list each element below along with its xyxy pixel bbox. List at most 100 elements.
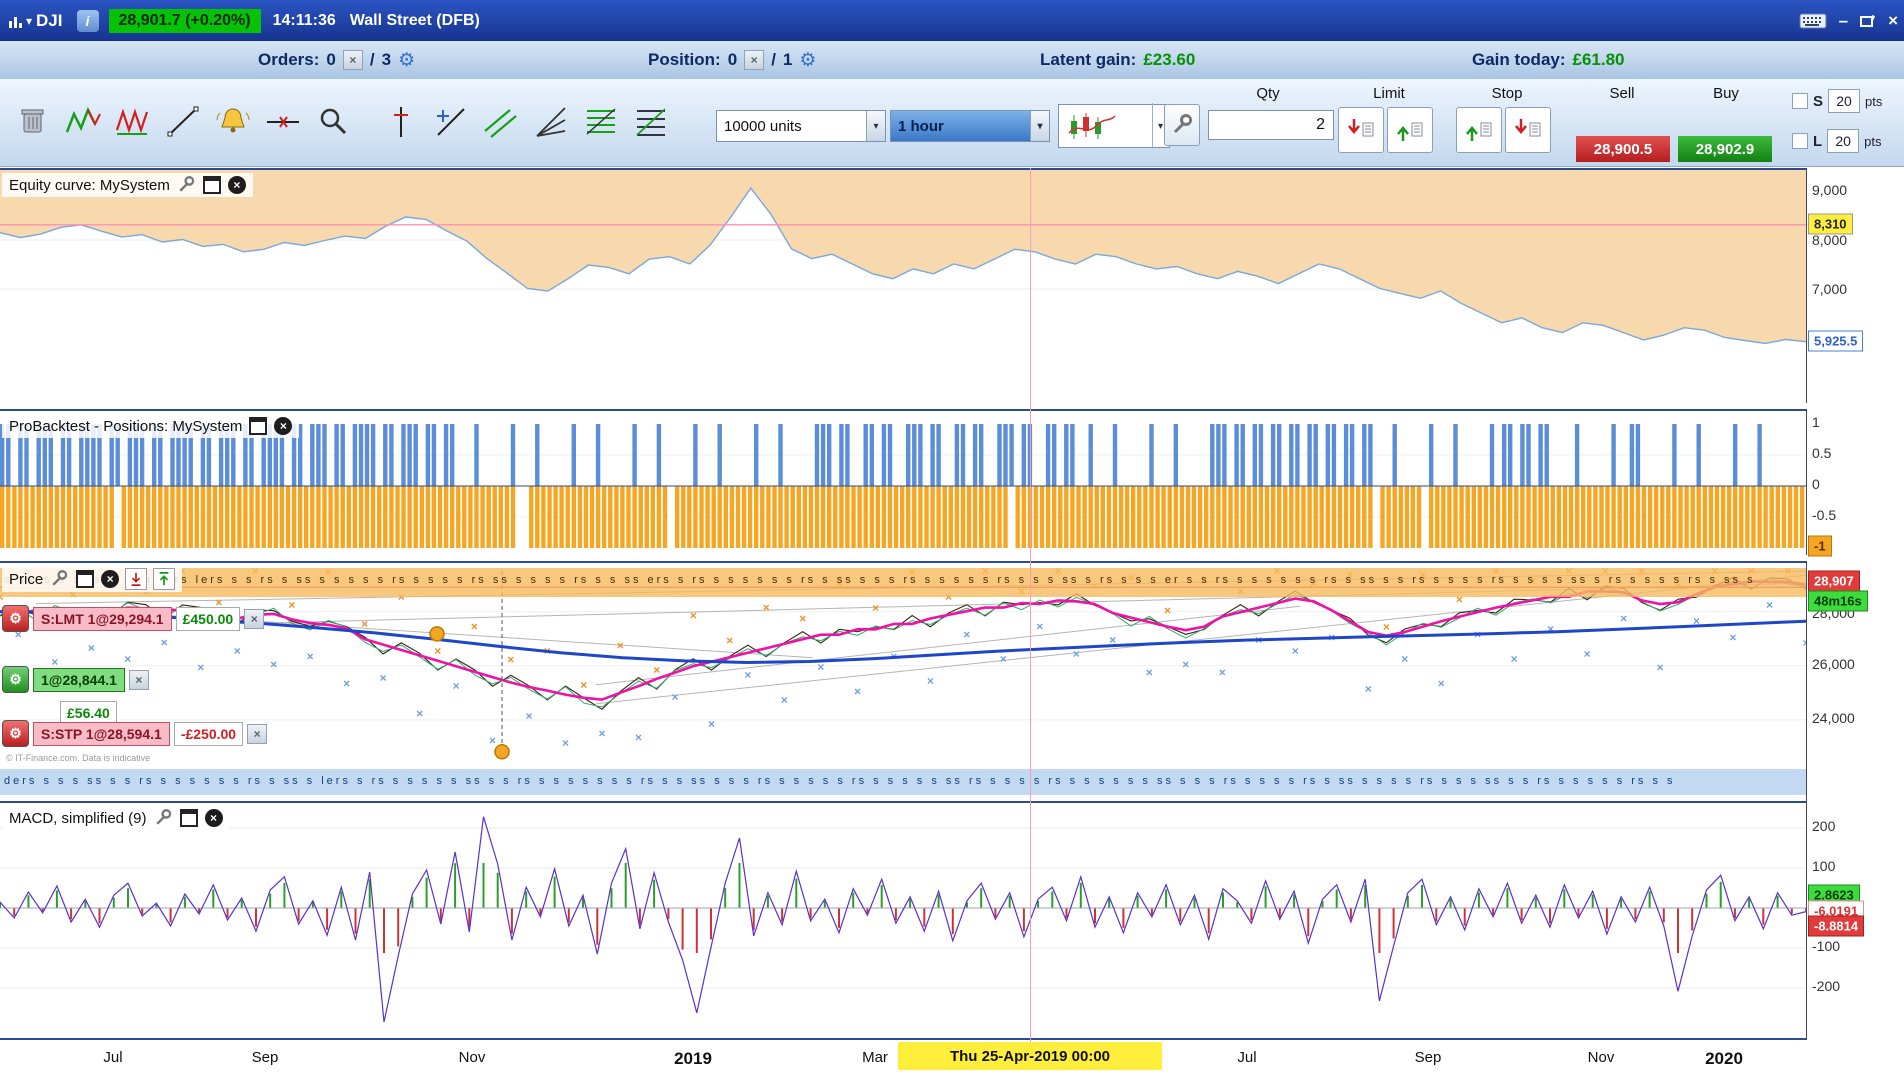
- limit-buy-button[interactable]: [1387, 107, 1433, 153]
- position-label[interactable]: 1@28,844.1: [33, 667, 125, 692]
- timeframe-select[interactable]: 1 hour ▾: [890, 110, 1050, 142]
- wrench-icon[interactable]: [176, 175, 196, 195]
- fib-levels-icon[interactable]: [630, 101, 672, 143]
- svg-text:×: ×: [1766, 598, 1773, 612]
- order-settings-button[interactable]: [1164, 104, 1200, 146]
- units-dropdown-icon[interactable]: ▾: [866, 111, 885, 141]
- svg-text:×: ×: [307, 649, 314, 663]
- wrench-icon[interactable]: [49, 569, 69, 589]
- chart-type-dropdown-icon[interactable]: ▾: [1158, 121, 1163, 132]
- orders-gear-icon[interactable]: ⚙: [398, 49, 415, 72]
- stop-order-label[interactable]: S:STP 1@28,594.1: [33, 721, 170, 746]
- cancel-order-icon[interactable]: ×: [244, 608, 265, 629]
- time-label: Sep: [251, 1049, 279, 1066]
- zigzag-indicator-icon[interactable]: [62, 101, 104, 143]
- svg-text:×: ×: [854, 685, 861, 699]
- svg-text:×: ×: [1547, 622, 1554, 636]
- svg-text:×: ×: [1620, 611, 1627, 625]
- position-row: ⚙ 1@28,844.1 ×: [2, 666, 149, 693]
- limit-pts-input[interactable]: 20: [1827, 129, 1860, 153]
- symbol-dropdown-icon[interactable]: ▾: [26, 14, 32, 28]
- svg-text:×: ×: [416, 706, 423, 720]
- limit-sell-button[interactable]: [1338, 107, 1384, 153]
- order-gear-icon[interactable]: ⚙: [2, 605, 29, 632]
- close-icon[interactable]: ×: [227, 176, 246, 194]
- download-orders-icon[interactable]: [125, 568, 148, 590]
- symbol-label: DJI: [36, 10, 63, 30]
- position-gear-icon[interactable]: ⚙: [799, 49, 816, 72]
- svg-text:×: ×: [1511, 652, 1518, 666]
- cancel-orders-icon[interactable]: ×: [342, 50, 363, 70]
- price-header: Price ×: [2, 566, 183, 592]
- price-panel[interactable]: × × × × × × × × × × × × × × × × × × × × × × × × × × × × × × × × × × × × × × × ×…: [0, 561, 1807, 801]
- restore-icon[interactable]: [1860, 14, 1876, 28]
- limit-pts-label: pts: [1864, 133, 1882, 149]
- macd-chart[interactable]: [0, 803, 1806, 1040]
- timeframe-dropdown-icon[interactable]: ▾: [1030, 111, 1049, 141]
- crosshair-line: [1030, 168, 1031, 1042]
- clock-label: 14:11:36: [272, 11, 336, 29]
- price-chart[interactable]: × × × × × × × × × × × × × × × × × × × × × × × × × × × × × × × × × × × × × × × ×…: [0, 563, 1806, 801]
- info-icon[interactable]: i: [76, 9, 99, 32]
- equity-chart[interactable]: [0, 170, 1806, 403]
- vertical-line-icon[interactable]: [380, 101, 422, 143]
- minimize-icon[interactable]: –: [1839, 11, 1848, 31]
- svg-text:×: ×: [1292, 644, 1299, 658]
- fib-retracement-icon[interactable]: [580, 101, 622, 143]
- sell-button[interactable]: 28,900.5: [1576, 136, 1670, 162]
- limit-checkbox[interactable]: [1792, 133, 1808, 149]
- svg-text:×: ×: [1000, 652, 1007, 666]
- horizontal-line-icon[interactable]: [262, 101, 304, 143]
- crossline-icon[interactable]: [430, 101, 472, 143]
- stop-pts-input[interactable]: 20: [1828, 89, 1861, 113]
- positions-axis-label: -0.5: [1812, 507, 1837, 523]
- gain-today-value: £61.80: [1572, 50, 1625, 69]
- close-position-icon[interactable]: ×: [744, 50, 765, 70]
- angles-icon[interactable]: [530, 101, 572, 143]
- stop-checkbox[interactable]: [1792, 93, 1808, 109]
- orders-count: 0: [326, 50, 336, 69]
- equity-panel[interactable]: Equity curve: MySystem ×: [0, 168, 1807, 403]
- channel-icon[interactable]: [480, 101, 522, 143]
- buy-button[interactable]: 28,902.9: [1678, 136, 1772, 162]
- wrench-icon[interactable]: [153, 808, 173, 828]
- units-select[interactable]: 10000 units ▾: [716, 110, 886, 142]
- macd-axis-label: 200: [1812, 818, 1836, 834]
- upload-orders-icon[interactable]: [153, 568, 176, 590]
- histogram-value-tag: -8.8814: [1808, 915, 1865, 937]
- svg-text:×: ×: [671, 690, 678, 704]
- position-sep: /: [771, 50, 776, 69]
- stop-sell-button[interactable]: [1505, 107, 1551, 153]
- macd-panel[interactable]: MACD, simplified (9) ×: [0, 801, 1807, 1040]
- trash-icon[interactable]: [12, 101, 54, 143]
- alert-bell-icon[interactable]: [212, 101, 254, 143]
- stop-s-label: S: [1813, 92, 1824, 110]
- restore-window-icon[interactable]: [75, 569, 95, 589]
- restore-window-icon[interactable]: [248, 416, 268, 436]
- close-window-icon[interactable]: ×: [1888, 11, 1898, 31]
- qty-input[interactable]: 2: [1208, 110, 1334, 140]
- keyboard-icon[interactable]: [1799, 12, 1827, 30]
- restore-window-icon[interactable]: [179, 808, 199, 828]
- close-position-icon[interactable]: ×: [128, 669, 149, 690]
- position-gear-icon[interactable]: ⚙: [2, 666, 29, 693]
- year-label: 2019: [674, 1049, 712, 1068]
- timeframe-value: 1 hour: [898, 117, 944, 135]
- limit-order-label[interactable]: S:LMT 1@29,294.1: [33, 606, 172, 631]
- macd-header: MACD, simplified (9) ×: [2, 806, 230, 830]
- stop-buy-button[interactable]: [1456, 107, 1502, 153]
- zoom-icon[interactable]: [312, 101, 354, 143]
- close-icon[interactable]: ×: [101, 570, 120, 588]
- macd-axis-label: -200: [1812, 978, 1841, 994]
- chart-type-button[interactable]: ▾: [1058, 104, 1170, 148]
- pattern-icon[interactable]: [112, 101, 154, 143]
- close-icon[interactable]: ×: [274, 417, 293, 435]
- restore-window-icon[interactable]: [202, 175, 222, 195]
- price-axis-label: 24,000: [1812, 710, 1855, 726]
- positions-panel[interactable]: ProBacktest - Positions: MySystem ×: [0, 409, 1807, 555]
- close-icon[interactable]: ×: [204, 809, 223, 827]
- order-gear-icon[interactable]: ⚙: [2, 720, 29, 747]
- svg-text:×: ×: [653, 663, 660, 677]
- trendline-icon[interactable]: [162, 101, 204, 143]
- cancel-order-icon[interactable]: ×: [247, 723, 268, 744]
